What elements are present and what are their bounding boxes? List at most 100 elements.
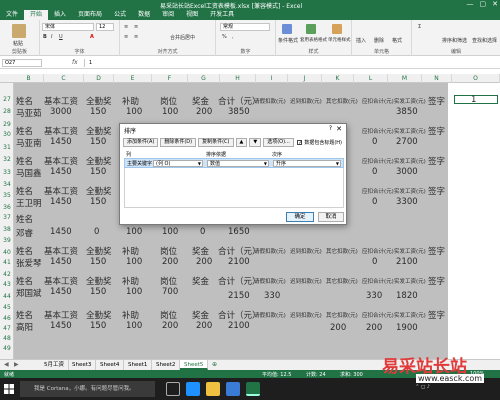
- cortana-search-box[interactable]: 我是 Cortana，小娜。有问题尽管问我。: [20, 381, 155, 397]
- tab-home[interactable]: 开始: [24, 10, 49, 20]
- table-format-icon[interactable]: [306, 24, 316, 34]
- tab-file[interactable]: 文件: [0, 10, 24, 20]
- row-header[interactable]: 38: [0, 226, 14, 233]
- formula-input[interactable]: 1: [84, 59, 494, 67]
- column-header-l[interactable]: L: [354, 74, 388, 83]
- tab-data[interactable]: 数据: [132, 10, 156, 20]
- row-header[interactable]: 33: [0, 169, 14, 176]
- column-header-g[interactable]: G: [188, 74, 220, 83]
- tab-developer[interactable]: 开发工具: [204, 10, 240, 20]
- add-level-button[interactable]: 添加条件(A): [123, 138, 159, 147]
- edge-icon[interactable]: [186, 382, 200, 396]
- row-header[interactable]: 39: [0, 237, 14, 244]
- font-name-select[interactable]: 宋体: [42, 23, 94, 31]
- has-header-checkbox[interactable]: ✓ 数据包含标题(H): [297, 139, 342, 146]
- cell-style-icon[interactable]: [332, 24, 342, 34]
- row-header[interactable]: 42: [0, 271, 14, 278]
- windows-start-icon[interactable]: [4, 384, 14, 394]
- column-header-n[interactable]: N: [422, 74, 452, 83]
- close-window-button[interactable]: ✕: [492, 0, 498, 8]
- sum-icon[interactable]: Σ: [418, 24, 421, 30]
- column-header-c[interactable]: C: [44, 74, 84, 83]
- ok-button[interactable]: 确定: [286, 212, 314, 222]
- row-header[interactable]: 36: [0, 204, 14, 211]
- align-center-icon[interactable]: ≡: [134, 34, 138, 40]
- column-header-e[interactable]: E: [114, 74, 152, 83]
- help-icon[interactable]: ?: [329, 125, 332, 132]
- fx-icon[interactable]: fx: [72, 59, 78, 66]
- order-select[interactable]: 升序 ▼: [273, 160, 341, 167]
- row-header[interactable]: 44: [0, 293, 14, 300]
- column-header-j[interactable]: J: [288, 74, 322, 83]
- tab-review[interactable]: 审阅: [156, 10, 180, 20]
- row-header[interactable]: 49: [0, 345, 14, 352]
- format-button[interactable]: 格式: [392, 37, 402, 44]
- close-icon[interactable]: ✕: [336, 125, 342, 133]
- paste-icon[interactable]: [12, 24, 26, 38]
- comma-icon[interactable]: ,: [232, 34, 234, 40]
- move-down-button[interactable]: ▼: [249, 138, 262, 147]
- sheet-tab-active[interactable]: Sheet5: [180, 360, 209, 370]
- column-header-h[interactable]: H: [220, 74, 256, 83]
- insert-button[interactable]: 插入: [356, 37, 366, 44]
- excel-taskbar-icon[interactable]: [246, 382, 260, 396]
- name-box[interactable]: O27: [2, 59, 42, 67]
- column-header-f[interactable]: F: [152, 74, 188, 83]
- sheet-tab[interactable]: Sheet4: [96, 360, 125, 370]
- underline-icon[interactable]: U: [59, 34, 63, 40]
- checkbox-box[interactable]: ✓: [297, 140, 303, 146]
- column-header-k[interactable]: K: [322, 74, 354, 83]
- column-header-d[interactable]: D: [84, 74, 114, 83]
- row-header[interactable]: 32: [0, 156, 14, 163]
- sheet-tab[interactable]: 5月工资: [40, 360, 69, 370]
- column-header-i[interactable]: I: [256, 74, 288, 83]
- maximize-button[interactable]: ▢: [480, 0, 487, 8]
- sort-on-select[interactable]: 数值 ▼: [207, 160, 269, 167]
- row-header[interactable]: 34: [0, 181, 14, 188]
- row-header[interactable]: 40: [0, 249, 14, 256]
- next-sheet-icon[interactable]: ▶: [14, 361, 19, 368]
- delete-button[interactable]: 删除: [374, 37, 384, 44]
- cancel-button[interactable]: 取消: [318, 212, 344, 222]
- bold-icon[interactable]: B: [43, 34, 47, 40]
- sheet-tab[interactable]: Sheet1: [124, 360, 153, 370]
- paste-button[interactable]: 粘贴: [13, 40, 23, 47]
- sheet-tab[interactable]: Sheet3: [68, 360, 97, 370]
- move-up-button[interactable]: ▲: [235, 138, 248, 147]
- task-view-icon[interactable]: [166, 382, 180, 396]
- sheet-tab[interactable]: Sheet2: [152, 360, 181, 370]
- store-icon[interactable]: [226, 382, 240, 396]
- tab-formulas[interactable]: 公式: [108, 10, 132, 20]
- column-select[interactable]: (列 O) ▼: [153, 160, 203, 167]
- row-header[interactable]: 37: [0, 214, 14, 221]
- copy-level-button[interactable]: 复制条件(C): [198, 138, 234, 147]
- font-color-icon[interactable]: A: [90, 34, 94, 40]
- tab-page-layout[interactable]: 页面布局: [72, 10, 108, 20]
- row-header[interactable]: 29: [0, 121, 14, 128]
- tab-view[interactable]: 视图: [180, 10, 204, 20]
- align-left-icon[interactable]: ≡: [124, 34, 128, 40]
- options-button[interactable]: 选项(O)...: [263, 138, 294, 147]
- column-header-o[interactable]: O: [452, 74, 500, 83]
- tab-insert[interactable]: 插入: [48, 10, 72, 20]
- prev-sheet-icon[interactable]: ◀: [4, 361, 9, 368]
- percent-icon[interactable]: %: [222, 34, 227, 40]
- row-header[interactable]: 27: [0, 96, 14, 103]
- row-header[interactable]: 43: [0, 281, 14, 288]
- cell-style-button[interactable]: 单元格样式: [328, 37, 351, 43]
- file-explorer-icon[interactable]: [206, 382, 220, 396]
- row-header[interactable]: 46: [0, 315, 14, 322]
- row-header[interactable]: 47: [0, 325, 14, 332]
- sort-filter-button[interactable]: 排序和筛选: [442, 37, 467, 44]
- minimize-button[interactable]: —: [467, 0, 474, 8]
- row-header[interactable]: 48: [0, 335, 14, 342]
- row-header[interactable]: 41: [0, 259, 14, 266]
- column-header-b[interactable]: B: [14, 74, 44, 83]
- row-header[interactable]: 35: [0, 192, 14, 199]
- align-top-icon[interactable]: ≡: [124, 24, 128, 30]
- row-header[interactable]: 28: [0, 108, 14, 115]
- conditional-format-button[interactable]: 条件格式: [278, 37, 298, 44]
- align-middle-icon[interactable]: ≡: [134, 24, 138, 30]
- row-header[interactable]: 31: [0, 144, 14, 151]
- merge-center-button[interactable]: 合并后居中: [170, 34, 195, 41]
